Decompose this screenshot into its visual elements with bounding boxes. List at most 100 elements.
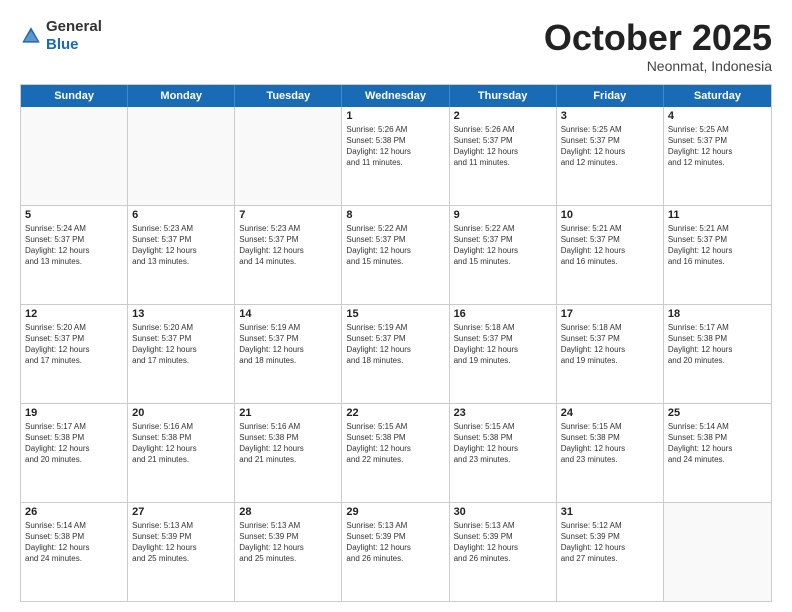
cal-header-thursday: Thursday	[450, 85, 557, 107]
day-number: 24	[561, 407, 659, 419]
day-info: Sunrise: 5:16 AM Sunset: 5:38 PM Dayligh…	[239, 421, 337, 466]
calendar-header-row: SundayMondayTuesdayWednesdayThursdayFrid…	[21, 85, 771, 107]
day-info: Sunrise: 5:20 AM Sunset: 5:37 PM Dayligh…	[25, 322, 123, 367]
page: General Blue October 2025 Neonmat, Indon…	[0, 0, 792, 612]
day-number: 5	[25, 209, 123, 221]
cal-cell-w1-d1	[21, 107, 128, 205]
logo-icon	[20, 25, 42, 47]
day-info: Sunrise: 5:21 AM Sunset: 5:37 PM Dayligh…	[561, 223, 659, 268]
day-number: 23	[454, 407, 552, 419]
cal-header-sunday: Sunday	[21, 85, 128, 107]
cal-week-2: 5 Sunrise: 5:24 AM Sunset: 5:37 PM Daylig…	[21, 206, 771, 305]
day-number: 28	[239, 506, 337, 518]
cal-header-friday: Friday	[557, 85, 664, 107]
calendar: SundayMondayTuesdayWednesdayThursdayFrid…	[20, 84, 772, 602]
cal-cell-w1-d4: 1 Sunrise: 5:26 AM Sunset: 5:38 PM Daylig…	[342, 107, 449, 205]
day-number: 8	[346, 209, 444, 221]
cal-cell-w3-d3: 14Sunrise: 5:19 AM Sunset: 5:37 PM Dayli…	[235, 305, 342, 403]
cal-header-saturday: Saturday	[664, 85, 771, 107]
day-info: Sunrise: 5:14 AM Sunset: 5:38 PM Dayligh…	[668, 421, 767, 466]
month-title: October 2025	[544, 18, 772, 58]
day-info: Sunrise: 5:23 AM Sunset: 5:37 PM Dayligh…	[239, 223, 337, 268]
day-info: Sunrise: 5:23 AM Sunset: 5:37 PM Dayligh…	[132, 223, 230, 268]
cal-cell-w3-d4: 15 Sunrise: 5:19 AM Sunset: 5:37 PM Dayli…	[342, 305, 449, 403]
day-number: 16	[454, 308, 552, 320]
cal-cell-w3-d2: 13 Sunrise: 5:20 AM Sunset: 5:37 PM Dayli…	[128, 305, 235, 403]
cal-cell-w5-d3: 28 Sunrise: 5:13 AM Sunset: 5:39 PM Dayli…	[235, 503, 342, 601]
cal-cell-w4-d2: 20Sunrise: 5:16 AM Sunset: 5:38 PM Dayli…	[128, 404, 235, 502]
day-info: Sunrise: 5:14 AM Sunset: 5:38 PM Dayligh…	[25, 520, 123, 565]
day-info: Sunrise: 5:20 AM Sunset: 5:37 PM Dayligh…	[132, 322, 230, 367]
cal-cell-w5-d2: 27 Sunrise: 5:13 AM Sunset: 5:39 PM Dayli…	[128, 503, 235, 601]
cal-week-3: 12 Sunrise: 5:20 AM Sunset: 5:37 PM Dayli…	[21, 305, 771, 404]
cal-header-tuesday: Tuesday	[235, 85, 342, 107]
cal-cell-w4-d3: 21 Sunrise: 5:16 AM Sunset: 5:38 PM Dayli…	[235, 404, 342, 502]
day-number: 30	[454, 506, 552, 518]
day-number: 12	[25, 308, 123, 320]
cal-week-1: 1 Sunrise: 5:26 AM Sunset: 5:38 PM Daylig…	[21, 107, 771, 206]
logo: General Blue	[20, 18, 102, 54]
day-number: 20	[132, 407, 230, 419]
cal-cell-w3-d6: 17Sunrise: 5:18 AM Sunset: 5:37 PM Dayli…	[557, 305, 664, 403]
day-number: 7	[239, 209, 337, 221]
day-number: 13	[132, 308, 230, 320]
cal-cell-w5-d7	[664, 503, 771, 601]
cal-cell-w1-d3	[235, 107, 342, 205]
day-info: Sunrise: 5:19 AM Sunset: 5:37 PM Dayligh…	[346, 322, 444, 367]
day-number: 27	[132, 506, 230, 518]
day-number: 4	[668, 110, 767, 122]
cal-cell-w2-d1: 5 Sunrise: 5:24 AM Sunset: 5:37 PM Daylig…	[21, 206, 128, 304]
cal-cell-w2-d4: 8 Sunrise: 5:22 AM Sunset: 5:37 PM Daylig…	[342, 206, 449, 304]
cal-cell-w2-d6: 10 Sunrise: 5:21 AM Sunset: 5:37 PM Dayli…	[557, 206, 664, 304]
day-info: Sunrise: 5:25 AM Sunset: 5:37 PM Dayligh…	[561, 124, 659, 169]
day-info: Sunrise: 5:15 AM Sunset: 5:38 PM Dayligh…	[454, 421, 552, 466]
day-info: Sunrise: 5:22 AM Sunset: 5:37 PM Dayligh…	[346, 223, 444, 268]
cal-cell-w2-d5: 9 Sunrise: 5:22 AM Sunset: 5:37 PM Daylig…	[450, 206, 557, 304]
cal-cell-w2-d2: 6 Sunrise: 5:23 AM Sunset: 5:37 PM Daylig…	[128, 206, 235, 304]
day-number: 25	[668, 407, 767, 419]
day-info: Sunrise: 5:19 AM Sunset: 5:37 PM Dayligh…	[239, 322, 337, 367]
day-info: Sunrise: 5:17 AM Sunset: 5:38 PM Dayligh…	[25, 421, 123, 466]
cal-cell-w4-d4: 22Sunrise: 5:15 AM Sunset: 5:38 PM Dayli…	[342, 404, 449, 502]
cal-cell-w1-d7: 4Sunrise: 5:25 AM Sunset: 5:37 PM Daylig…	[664, 107, 771, 205]
cal-week-4: 19 Sunrise: 5:17 AM Sunset: 5:38 PM Dayli…	[21, 404, 771, 503]
day-number: 1	[346, 110, 444, 122]
cal-header-wednesday: Wednesday	[342, 85, 449, 107]
day-info: Sunrise: 5:13 AM Sunset: 5:39 PM Dayligh…	[239, 520, 337, 565]
day-number: 21	[239, 407, 337, 419]
logo-blue-text: Blue	[46, 36, 79, 53]
cal-cell-w5-d1: 26 Sunrise: 5:14 AM Sunset: 5:38 PM Dayli…	[21, 503, 128, 601]
day-info: Sunrise: 5:18 AM Sunset: 5:37 PM Dayligh…	[454, 322, 552, 367]
day-number: 15	[346, 308, 444, 320]
calendar-body: 1 Sunrise: 5:26 AM Sunset: 5:38 PM Daylig…	[21, 107, 771, 601]
day-info: Sunrise: 5:21 AM Sunset: 5:37 PM Dayligh…	[668, 223, 767, 268]
header: General Blue October 2025 Neonmat, Indon…	[20, 18, 772, 74]
day-info: Sunrise: 5:18 AM Sunset: 5:37 PM Dayligh…	[561, 322, 659, 367]
cal-header-monday: Monday	[128, 85, 235, 107]
logo-general-text: General	[46, 18, 102, 35]
day-number: 10	[561, 209, 659, 221]
day-info: Sunrise: 5:22 AM Sunset: 5:37 PM Dayligh…	[454, 223, 552, 268]
day-info: Sunrise: 5:13 AM Sunset: 5:39 PM Dayligh…	[454, 520, 552, 565]
cal-week-5: 26 Sunrise: 5:14 AM Sunset: 5:38 PM Dayli…	[21, 503, 771, 601]
day-number: 19	[25, 407, 123, 419]
day-number: 6	[132, 209, 230, 221]
day-info: Sunrise: 5:15 AM Sunset: 5:38 PM Dayligh…	[346, 421, 444, 466]
day-info: Sunrise: 5:24 AM Sunset: 5:37 PM Dayligh…	[25, 223, 123, 268]
cal-cell-w5-d4: 29Sunrise: 5:13 AM Sunset: 5:39 PM Dayli…	[342, 503, 449, 601]
day-number: 11	[668, 209, 767, 221]
title-block: October 2025 Neonmat, Indonesia	[544, 18, 772, 74]
day-number: 31	[561, 506, 659, 518]
day-number: 9	[454, 209, 552, 221]
day-number: 26	[25, 506, 123, 518]
cal-cell-w1-d2	[128, 107, 235, 205]
day-number: 2	[454, 110, 552, 122]
day-info: Sunrise: 5:13 AM Sunset: 5:39 PM Dayligh…	[132, 520, 230, 565]
cal-cell-w3-d5: 16 Sunrise: 5:18 AM Sunset: 5:37 PM Dayli…	[450, 305, 557, 403]
day-number: 18	[668, 308, 767, 320]
day-info: Sunrise: 5:26 AM Sunset: 5:38 PM Dayligh…	[346, 124, 444, 169]
cal-cell-w5-d6: 31 Sunrise: 5:12 AM Sunset: 5:39 PM Dayli…	[557, 503, 664, 601]
day-info: Sunrise: 5:15 AM Sunset: 5:38 PM Dayligh…	[561, 421, 659, 466]
cal-cell-w5-d5: 30 Sunrise: 5:13 AM Sunset: 5:39 PM Dayli…	[450, 503, 557, 601]
day-info: Sunrise: 5:12 AM Sunset: 5:39 PM Dayligh…	[561, 520, 659, 565]
